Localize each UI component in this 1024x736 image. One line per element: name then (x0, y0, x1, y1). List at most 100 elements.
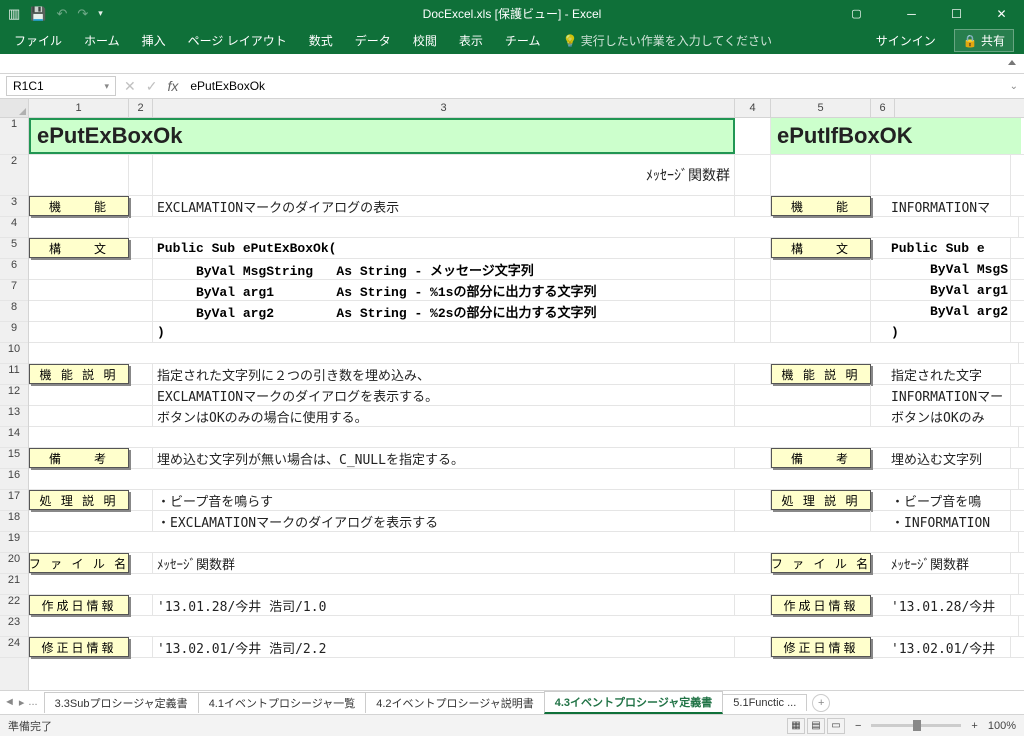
col-header[interactable]: 2 (129, 99, 153, 117)
cell[interactable] (771, 259, 871, 279)
tab-insert[interactable]: 挿入 (142, 32, 166, 49)
cell[interactable]: ボタンはOKのみの場合に使用する。 (153, 406, 735, 426)
minimize-button[interactable]: ─ (889, 0, 934, 27)
cell[interactable] (771, 301, 871, 321)
row-header[interactable]: 8 (0, 301, 28, 322)
cell[interactable]: 指定された文字 (871, 364, 1011, 384)
cancel-icon[interactable]: ✕ (124, 78, 136, 95)
signin-link[interactable]: サインイン (876, 32, 936, 49)
formula-input[interactable]: ePutExBoxOk (186, 79, 1001, 93)
badge-shusei[interactable]: 修正日情報 (29, 637, 129, 657)
cell[interactable]: ・INFORMATION (871, 511, 1011, 531)
row-header[interactable]: 16 (0, 469, 28, 490)
cell[interactable] (735, 448, 771, 468)
badge-shori[interactable]: 処 理 説 明 (771, 490, 871, 510)
cell[interactable] (29, 469, 1019, 489)
row-header[interactable]: 18 (0, 511, 28, 532)
cell[interactable]: EXCLAMATIONマークのダイアログを表示する。 (153, 385, 735, 405)
cell[interactable] (735, 637, 771, 657)
cell[interactable] (129, 595, 153, 615)
row-header[interactable]: 19 (0, 532, 28, 553)
cell[interactable] (29, 217, 129, 237)
sheet-nav-first-icon[interactable]: ◄ (4, 696, 15, 709)
cell[interactable] (129, 155, 153, 195)
row-header[interactable]: 11 (0, 364, 28, 385)
cell[interactable] (771, 280, 871, 300)
tell-me[interactable]: 実行したい作業を入力してください (581, 34, 772, 48)
cell[interactable]: ・ビープ音を鳴らす (153, 490, 735, 510)
badge-shori[interactable]: 処 理 説 明 (29, 490, 129, 510)
row-header[interactable]: 10 (0, 343, 28, 364)
cell[interactable] (735, 155, 771, 195)
row-header[interactable]: 12 (0, 385, 28, 406)
badge-bikou[interactable]: 備 考 (771, 448, 871, 468)
cell[interactable] (29, 280, 153, 300)
col-header[interactable]: 1 (29, 99, 129, 117)
cell[interactable]: '13.01.28/今井 浩司/1.0 (153, 595, 735, 615)
cell[interactable] (129, 448, 153, 468)
row-header[interactable]: 4 (0, 217, 28, 238)
cell[interactable]: 埋め込む文字列 (871, 448, 1011, 468)
badge-sakusei[interactable]: 作成日情報 (29, 595, 129, 615)
cell[interactable]: ボタンはOKのみ (871, 406, 1011, 426)
cell[interactable] (29, 616, 1019, 636)
formula-expand-icon[interactable]: ⌄ (1010, 81, 1018, 92)
select-all-corner[interactable] (0, 99, 29, 117)
add-sheet-button[interactable]: + (812, 694, 830, 712)
cell[interactable] (29, 532, 1019, 552)
cell[interactable] (29, 406, 153, 426)
tab-view[interactable]: 表示 (459, 32, 483, 49)
col-header[interactable]: 3 (153, 99, 735, 117)
view-normal-icon[interactable]: ▦ (787, 718, 805, 734)
cell[interactable] (29, 155, 129, 195)
row-header[interactable]: 15 (0, 448, 28, 469)
cell[interactable] (29, 511, 153, 531)
cell-subtitle[interactable]: ﾒｯｾｰｼﾞ関数群 (153, 155, 735, 195)
cell[interactable]: INFORMATIONマ (871, 196, 1011, 216)
cell[interactable]: ﾒｯｾｰｼﾞ関数群 (153, 553, 735, 573)
cell[interactable]: '13.01.28/今井 (871, 595, 1011, 615)
cell-title2[interactable]: ePutIfBoxOK (771, 118, 1021, 154)
row-header[interactable]: 14 (0, 427, 28, 448)
cell[interactable]: '13.02.01/今井 浩司/2.2 (153, 637, 735, 657)
badge-setsumei[interactable]: 機 能 説 明 (29, 364, 129, 384)
cell[interactable] (129, 490, 153, 510)
cell[interactable] (129, 637, 153, 657)
cell[interactable] (735, 553, 771, 573)
maximize-button[interactable]: ☐ (934, 0, 979, 27)
cell[interactable]: ByVal arg2 (871, 301, 1011, 321)
close-button[interactable]: ✕ (979, 0, 1024, 27)
cell[interactable] (871, 155, 1011, 195)
active-cell-title[interactable]: ePutExBoxOk (29, 118, 735, 154)
redo-icon[interactable]: ↷ (77, 6, 88, 22)
cell[interactable] (129, 238, 153, 258)
sheet-nav-prev-icon[interactable]: ▸ (19, 696, 25, 709)
fx-icon[interactable]: fx (167, 78, 178, 94)
cell[interactable] (29, 301, 153, 321)
row-header[interactable]: 24 (0, 637, 28, 658)
tab-file[interactable]: ファイル (14, 32, 62, 49)
col-header[interactable]: 5 (771, 99, 871, 117)
enter-icon[interactable]: ✓ (146, 78, 158, 95)
cell[interactable] (735, 196, 771, 216)
cell[interactable]: 指定された文字列に２つの引き数を埋め込み、 (153, 364, 735, 384)
col-header[interactable]: 4 (735, 99, 771, 117)
cell[interactable] (735, 595, 771, 615)
row-header[interactable]: 21 (0, 574, 28, 595)
name-box[interactable]: R1C1 (6, 76, 116, 96)
badge-sakusei[interactable]: 作成日情報 (771, 595, 871, 615)
cell[interactable] (129, 217, 1019, 237)
row-header[interactable]: 17 (0, 490, 28, 511)
cell[interactable]: Public Sub ePutExBoxOk( (153, 238, 735, 258)
cell[interactable] (735, 364, 771, 384)
cell[interactable] (771, 155, 871, 195)
sheet-tab[interactable]: 3.3Subプロシージャ定義書 (44, 692, 199, 713)
badge-koubun[interactable]: 構 文 (29, 238, 129, 258)
sheet-tab-active[interactable]: 4.3イベントプロシージャ定義書 (544, 691, 724, 714)
undo-icon[interactable]: ↶ (56, 6, 67, 22)
cell[interactable] (29, 574, 1019, 594)
cell[interactable] (735, 322, 771, 342)
cell[interactable]: ・EXCLAMATIONマークのダイアログを表示する (153, 511, 735, 531)
badge-shusei[interactable]: 修正日情報 (771, 637, 871, 657)
cell[interactable] (735, 511, 871, 531)
